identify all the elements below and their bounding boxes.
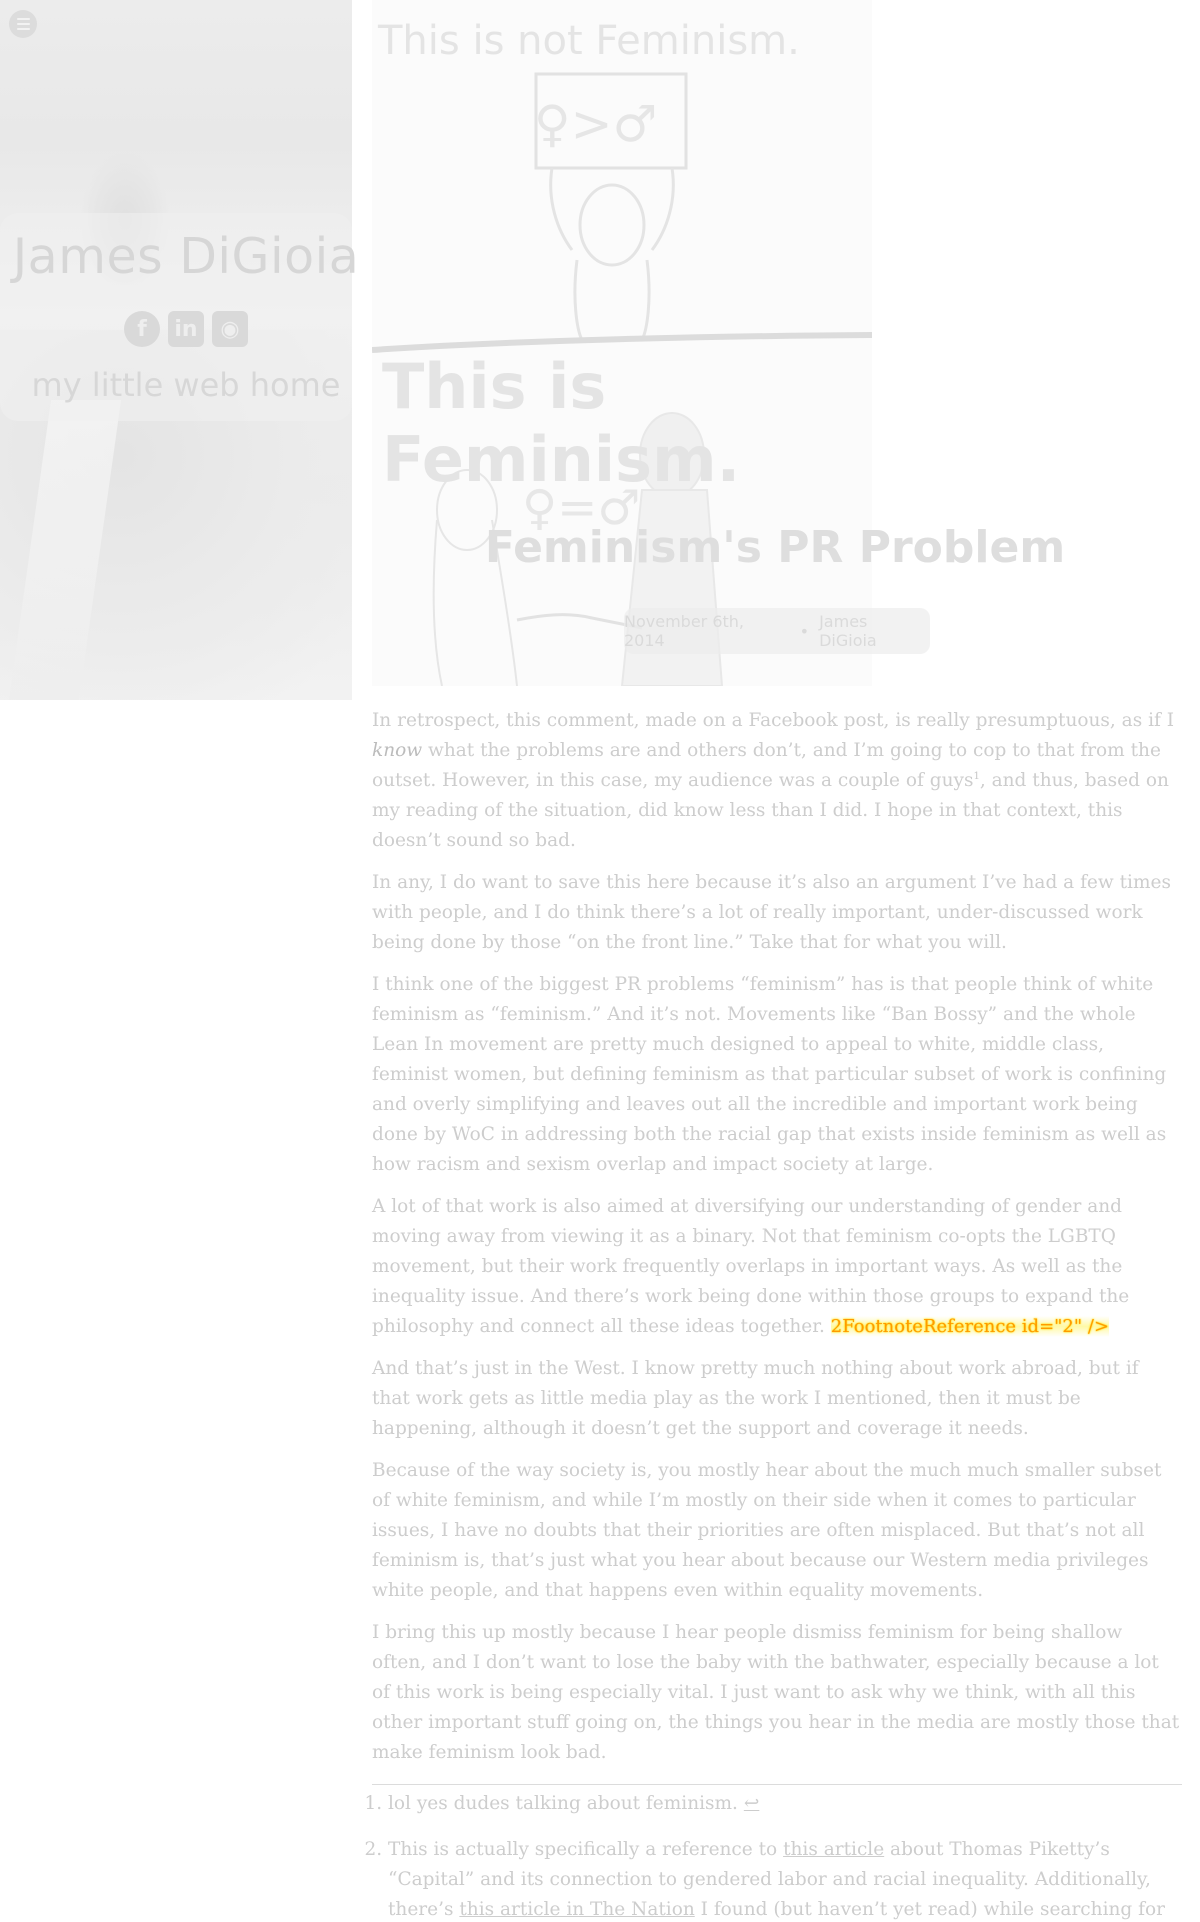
footnote-item-1: lol yes dudes talking about feminism. ↩ (388, 1789, 1182, 1819)
menu-toggle-button[interactable] (9, 10, 37, 38)
post-title: Feminism's PR Problem (484, 522, 1066, 573)
paragraph: And that’s just in the West. I know pret… (372, 1358, 1139, 1439)
post-date: November 6th, 2014 (624, 612, 744, 650)
site-subtitle: my little web home (31, 366, 341, 404)
footnote-item-2: This is actually specifically a referenc… (388, 1835, 1182, 1922)
post-author[interactable]: James DiGioia (819, 612, 930, 650)
paragraph-text: In retrospect, this comment, made on a F… (372, 710, 1175, 731)
post-content: In retrospect, this comment, made on a F… (372, 706, 1182, 1922)
github-icon[interactable]: ◉ (212, 311, 248, 347)
comic-caption-top: This is not Feminism. (378, 18, 800, 64)
paragraph: I think one of the biggest PR problems “… (372, 974, 1167, 1175)
footnote-text: lol yes dudes talking about feminism. (388, 1793, 744, 1814)
hamburger-icon-line (16, 23, 30, 25)
hamburger-icon-line (16, 28, 30, 30)
linkedin-icon[interactable]: in (168, 311, 204, 347)
footnote-backref-1[interactable]: ↩ (744, 1793, 760, 1814)
emphasis-text: know (372, 740, 423, 761)
social-links: f in ◉ (0, 311, 372, 347)
footnote-link-nation[interactable]: this article in The Nation (459, 1899, 694, 1920)
broken-footnote-tag: 2FootnoteReference id="2" /> (830, 1316, 1110, 1337)
post-meta: November 6th, 2014 • James DiGioia (624, 608, 930, 654)
comic-caption-bottom: This is Feminism. (382, 350, 741, 496)
post-hero-image: This is not Feminism. ♀>♂ This is Femini… (372, 0, 872, 686)
footnote-link-article[interactable]: this article (783, 1839, 884, 1860)
footnote-text: This is actually specifically a referenc… (388, 1839, 784, 1860)
paragraph: In any, I do want to save this here beca… (372, 872, 1171, 953)
footnotes: lol yes dudes talking about feminism. ↩ … (372, 1784, 1182, 1922)
paragraph: Because of the way society is, you mostl… (372, 1460, 1162, 1601)
paragraph: I bring this up mostly because I hear pe… (372, 1622, 1180, 1763)
footnote-list: lol yes dudes talking about feminism. ↩ … (372, 1789, 1182, 1922)
facebook-icon[interactable]: f (124, 311, 160, 347)
paragraph: In retrospect, this comment, made on a F… (372, 706, 1182, 856)
site-title[interactable]: James DiGioia (0, 228, 372, 285)
comic-sign-text: ♀>♂ (534, 95, 658, 153)
hamburger-icon (16, 18, 30, 20)
meta-separator: • (799, 621, 810, 641)
paragraph: A lot of that work is also aimed at dive… (372, 1192, 1182, 1342)
